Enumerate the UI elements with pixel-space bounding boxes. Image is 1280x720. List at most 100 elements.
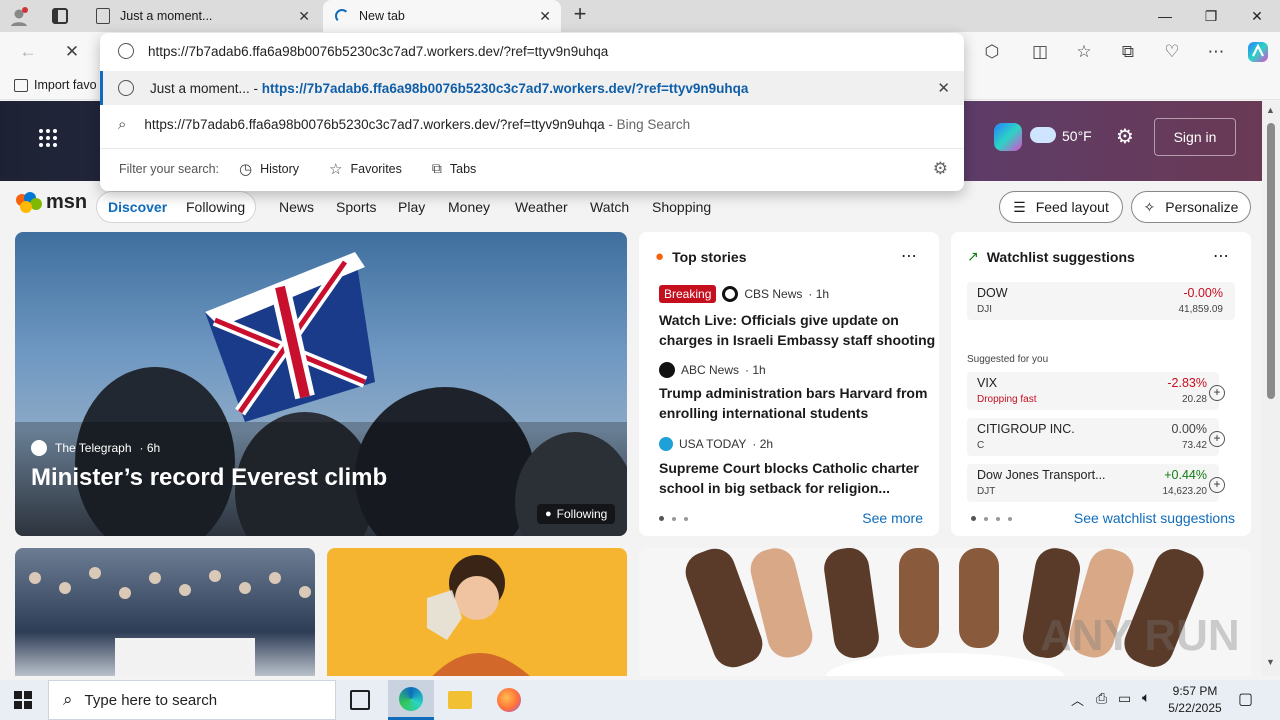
following-label: Following [556, 507, 608, 521]
stop-loading-icon[interactable]: ✕ [56, 36, 88, 68]
network-icon[interactable]: ▭ [1118, 690, 1131, 707]
nav-sports[interactable]: Sports [336, 199, 376, 215]
filter-history-label: History [260, 161, 300, 176]
taskbar-search-box[interactable]: ⌕ Type here to search [48, 680, 336, 720]
personalize-button[interactable]: ✧ Personalize [1131, 191, 1251, 223]
new-tab-button[interactable]: + [568, 3, 592, 27]
filter-settings-icon[interactable]: ⚙ [933, 159, 948, 179]
scroll-down-icon[interactable]: ▼ [1266, 657, 1275, 667]
watchlist-row-citigroup[interactable]: CITIGROUP INC. C 0.00% 73.42 [967, 418, 1219, 456]
split-screen-icon[interactable]: ◫ [1024, 36, 1056, 68]
close-tab-icon[interactable]: ✕ [539, 8, 551, 25]
story-source[interactable]: Breaking CBS News · 1h [659, 285, 829, 303]
hero-source[interactable]: The Telegraph · 6h [31, 440, 160, 456]
globe-icon [118, 80, 134, 96]
file-explorer-icon[interactable] [448, 691, 472, 709]
nav-shopping[interactable]: Shopping [652, 199, 711, 215]
edge-taskbar-icon[interactable] [388, 680, 434, 720]
more-options-icon[interactable]: ⋯ [1200, 36, 1232, 68]
suggestion-search-item[interactable]: ⌕ https://7b7adab6.ffa6a98b0076b5230c3c7… [100, 107, 964, 141]
nav-play[interactable]: Play [398, 199, 425, 215]
pagination-dots[interactable] [659, 516, 688, 521]
extensions-icon[interactable]: ⬡ [976, 36, 1008, 68]
close-window-icon[interactable]: ✕ [1234, 0, 1280, 32]
more-options-icon[interactable]: ⋯ [1213, 246, 1229, 266]
search-filter-row: Filter your search: ◷ History ☆ Favorite… [100, 148, 964, 188]
address-input[interactable]: https://7b7adab6.ffa6a98b0076b5230c3c7ad… [148, 44, 608, 59]
nav-following[interactable]: Following [186, 199, 245, 215]
sliders-icon: ☰ [1013, 198, 1026, 215]
remove-suggestion-icon[interactable]: ✕ [937, 79, 950, 97]
see-more-link[interactable]: See more [862, 510, 923, 526]
story-title[interactable]: Watch Live: Officials give update on cha… [659, 310, 935, 350]
filter-favorites-button[interactable]: ☆ Favorites [329, 160, 402, 178]
weather-temperature[interactable]: 50°F [1062, 128, 1092, 144]
news-card-promo[interactable] [327, 548, 627, 676]
scroll-up-icon[interactable]: ▲ [1266, 105, 1275, 115]
top-stories-title: Top stories [672, 248, 747, 265]
windows-start-icon[interactable] [14, 691, 32, 709]
apps-grid-icon[interactable] [38, 128, 58, 148]
copilot-icon[interactable] [1242, 36, 1274, 68]
breaking-badge: Breaking [659, 285, 717, 303]
hero-title[interactable]: Minister’s record Everest climb [31, 464, 387, 492]
minimize-icon[interactable]: — [1142, 0, 1188, 32]
restore-icon[interactable]: ❐ [1188, 0, 1234, 32]
hero-card[interactable]: The Telegraph · 6h Minister’s record Eve… [15, 232, 627, 536]
story-title[interactable]: Supreme Court blocks Catholic charter sc… [659, 458, 929, 498]
nav-watch[interactable]: Watch [590, 199, 629, 215]
profile-icon[interactable] [8, 6, 30, 28]
add-to-watchlist-button[interactable]: + [1209, 431, 1225, 447]
browser-essentials-icon[interactable]: ♡ [1156, 36, 1188, 68]
filter-history-button[interactable]: ◷ History [239, 160, 299, 178]
stock-change: 0.00% [1171, 422, 1207, 436]
suggestion-engine: - Bing Search [604, 116, 691, 132]
watchlist-row-vix[interactable]: VIX Dropping fast -2.83% 20.28 [967, 372, 1219, 410]
pagination-dots[interactable] [971, 516, 1012, 521]
page-scrollbar[interactable]: ▲ ▼ [1262, 101, 1280, 676]
nav-money[interactable]: Money [448, 199, 490, 215]
tab-just-a-moment[interactable]: Just a moment... ✕ [84, 0, 320, 32]
see-watchlist-link[interactable]: See watchlist suggestions [1074, 510, 1235, 526]
nav-news[interactable]: News [279, 199, 314, 215]
sign-in-button[interactable]: Sign in [1154, 118, 1236, 156]
tab-new-tab[interactable]: New tab ✕ [323, 0, 561, 32]
story-title[interactable]: Trump administration bars Harvard from e… [659, 383, 929, 423]
nav-discover[interactable]: Discover [108, 199, 167, 215]
back-icon[interactable]: ← [12, 36, 44, 68]
tray-device-icon[interactable]: ⎙ [1096, 690, 1107, 707]
firefox-icon[interactable] [497, 688, 521, 712]
settings-gear-icon[interactable]: ⚙ [1116, 124, 1134, 149]
clock[interactable]: 9:57 PM 5/22/2025 [1166, 683, 1224, 717]
news-card-crowd[interactable] [15, 548, 315, 676]
suggestion-history-item[interactable]: Just a moment... - https://7b7adab6.ffa6… [100, 71, 964, 105]
weather-cloud-icon [1030, 127, 1056, 143]
story-source[interactable]: ABC News · 1h [659, 362, 766, 378]
scroll-thumb[interactable] [1267, 123, 1275, 399]
volume-icon[interactable]: 🔈︎ [1142, 689, 1150, 706]
feed-layout-button[interactable]: ☰ Feed layout [999, 191, 1123, 223]
taskbar-search-placeholder: Type here to search [84, 691, 218, 709]
copilot-icon[interactable] [994, 123, 1022, 151]
watchlist-row-djt[interactable]: Dow Jones Transport... DJT +0.44% 14,623… [967, 464, 1219, 502]
watchlist-row-dow[interactable]: DOW DJI -0.00% 41,859.09 [967, 282, 1235, 320]
watchlist-title: Watchlist suggestions [986, 248, 1135, 265]
story-source[interactable]: USA TODAY · 2h [659, 437, 773, 451]
filter-tabs-button[interactable]: ⧉ Tabs [432, 160, 476, 177]
add-to-watchlist-button[interactable]: + [1209, 477, 1225, 493]
nav-weather[interactable]: Weather [515, 199, 568, 215]
collections-icon[interactable]: ⧉ [1112, 36, 1144, 68]
msn-logo[interactable]: msn [16, 191, 87, 214]
more-options-icon[interactable]: ⋯ [901, 246, 917, 266]
tab-actions-icon[interactable] [52, 8, 68, 24]
task-view-icon[interactable] [350, 690, 370, 710]
following-badge[interactable]: ● Following [537, 504, 616, 524]
import-favorites-button[interactable]: Import favo [14, 78, 97, 92]
address-bar[interactable]: https://7b7adab6.ffa6a98b0076b5230c3c7ad… [100, 33, 964, 69]
tray-chevron-icon[interactable]: ︿ [1071, 690, 1084, 709]
close-tab-icon[interactable]: ✕ [298, 8, 310, 25]
favorites-star-icon[interactable]: ☆ [1068, 36, 1100, 68]
story-title-line: Supreme Court blocks Catholic charter [659, 460, 919, 476]
add-to-watchlist-button[interactable]: + [1209, 385, 1225, 401]
notifications-icon[interactable]: ▢ [1238, 689, 1253, 709]
